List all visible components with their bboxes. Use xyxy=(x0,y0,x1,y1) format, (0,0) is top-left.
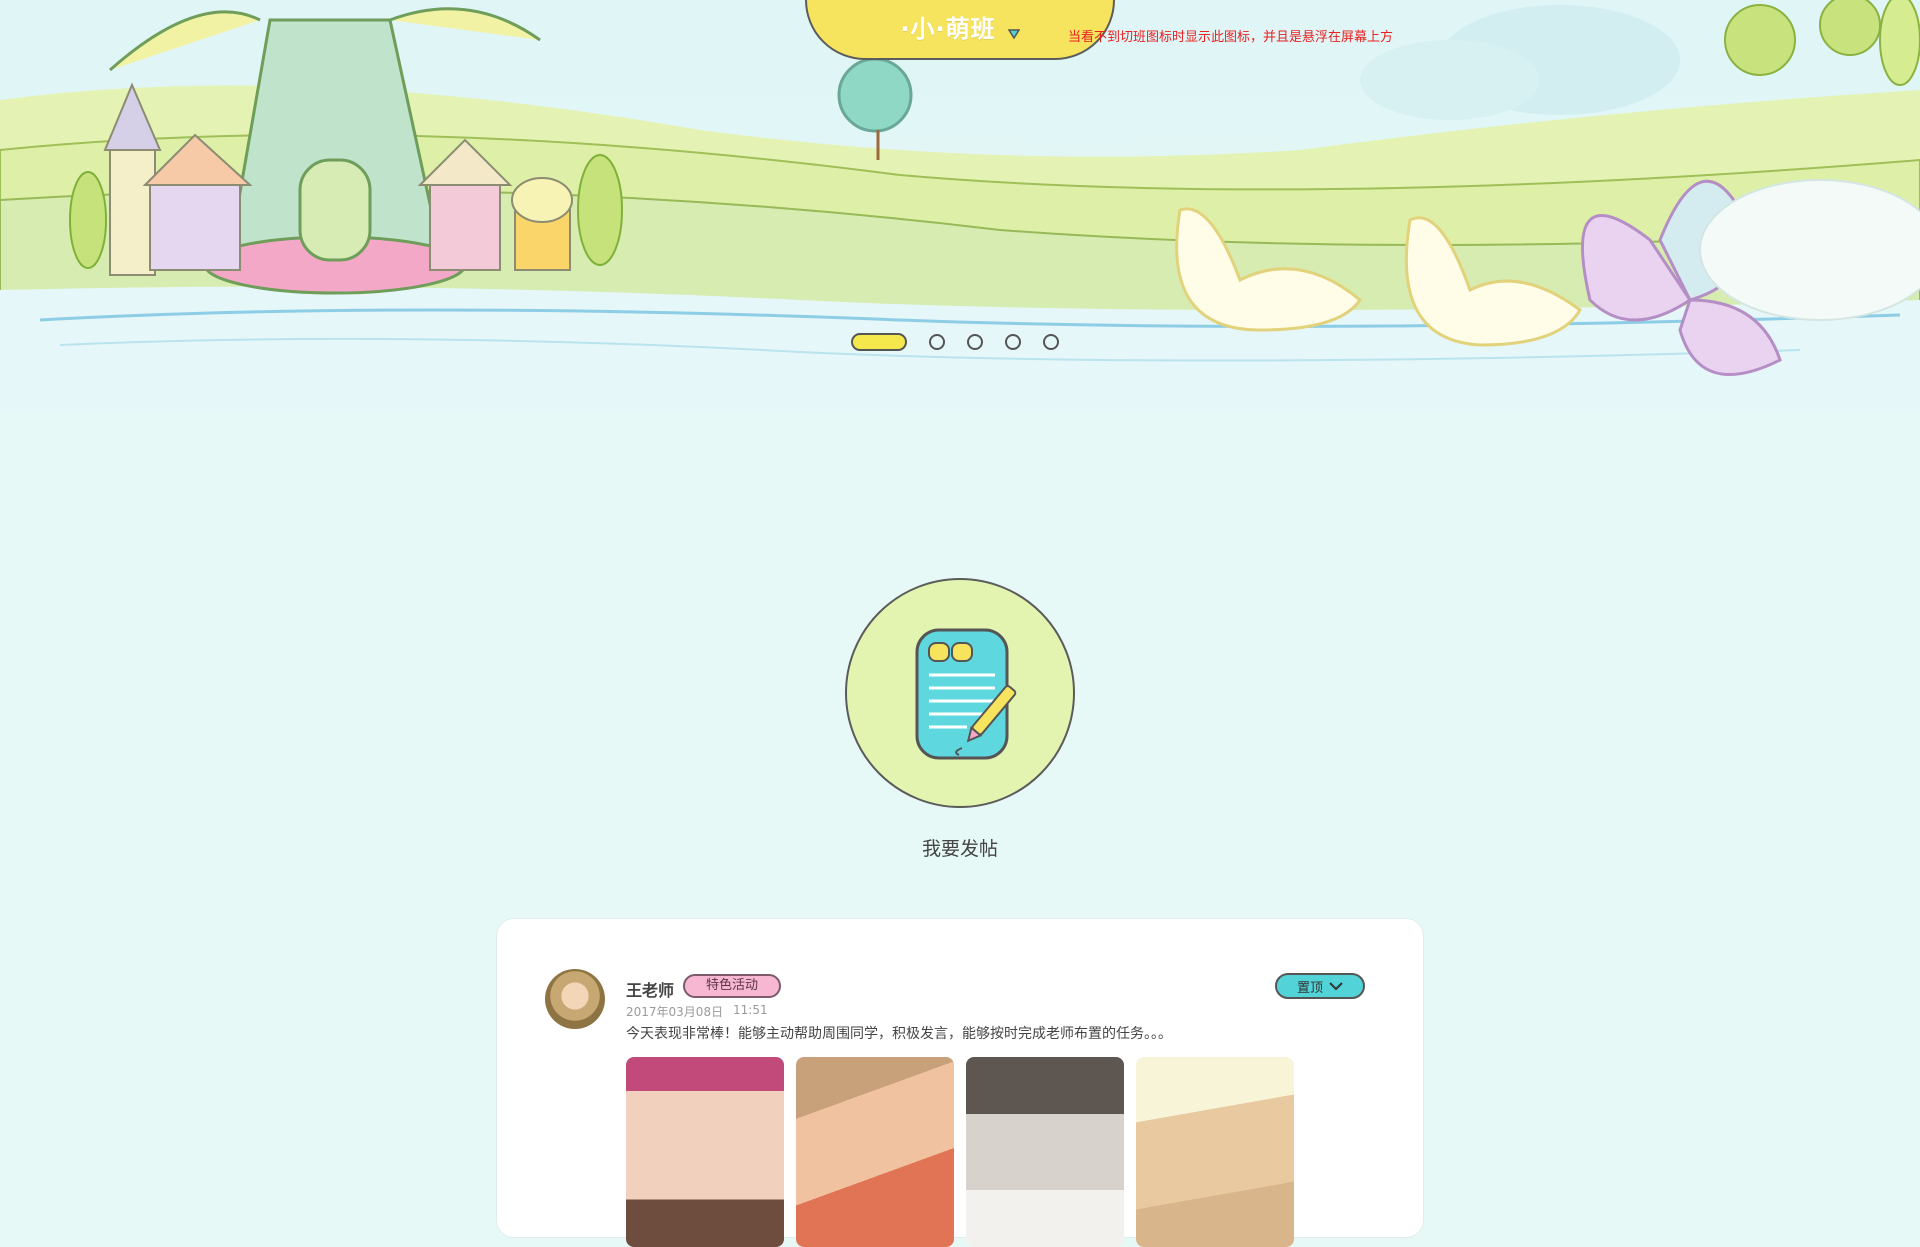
post-photo-4[interactable] xyxy=(1136,1057,1294,1247)
post-photo-2[interactable] xyxy=(796,1057,954,1247)
author-avatar[interactable] xyxy=(545,969,605,1029)
post-photo-1[interactable] xyxy=(626,1057,784,1247)
carousel-dot-3[interactable] xyxy=(967,334,983,350)
edit-note-icon xyxy=(915,628,1017,760)
pin-button[interactable]: 置顶 xyxy=(1275,973,1365,999)
new-post-label: 我要发帖 xyxy=(921,838,998,860)
category-tag[interactable]: 特色活动 xyxy=(683,974,781,998)
carousel-dot-4[interactable] xyxy=(1005,334,1021,350)
carousel-dot-5[interactable] xyxy=(1043,334,1059,350)
post-time: 11:51 xyxy=(733,1003,768,1017)
carousel-indicator xyxy=(851,333,1059,351)
class-name: ·小·萌班 xyxy=(900,15,996,43)
post-content: 今天表现非常棒！能够主动帮助周围同学，积极发言，能够按时完成老师布置的任务。。。 xyxy=(626,1026,1172,1042)
caret-down-icon xyxy=(1007,29,1020,40)
post-card: 王老师 特色活动 2017年03月08日 11:51 今天表现非常棒！能够主动帮… xyxy=(496,918,1424,1247)
photo-gallery xyxy=(626,1057,1294,1247)
carousel-dot-2[interactable] xyxy=(929,334,945,350)
new-post-button[interactable] xyxy=(845,578,1075,808)
author-name[interactable]: 王老师 xyxy=(626,977,674,1001)
chevron-down-icon xyxy=(1329,982,1343,991)
floating-notice: 当看不到切班图标时显示此图标，并且是悬浮在屏幕上方 xyxy=(1068,30,1394,45)
post-date: 2017年03月08日 xyxy=(626,1005,724,1019)
carousel-dot-1[interactable] xyxy=(851,333,907,351)
post-photo-3[interactable] xyxy=(966,1057,1124,1247)
pin-label: 置顶 xyxy=(1296,980,1323,996)
